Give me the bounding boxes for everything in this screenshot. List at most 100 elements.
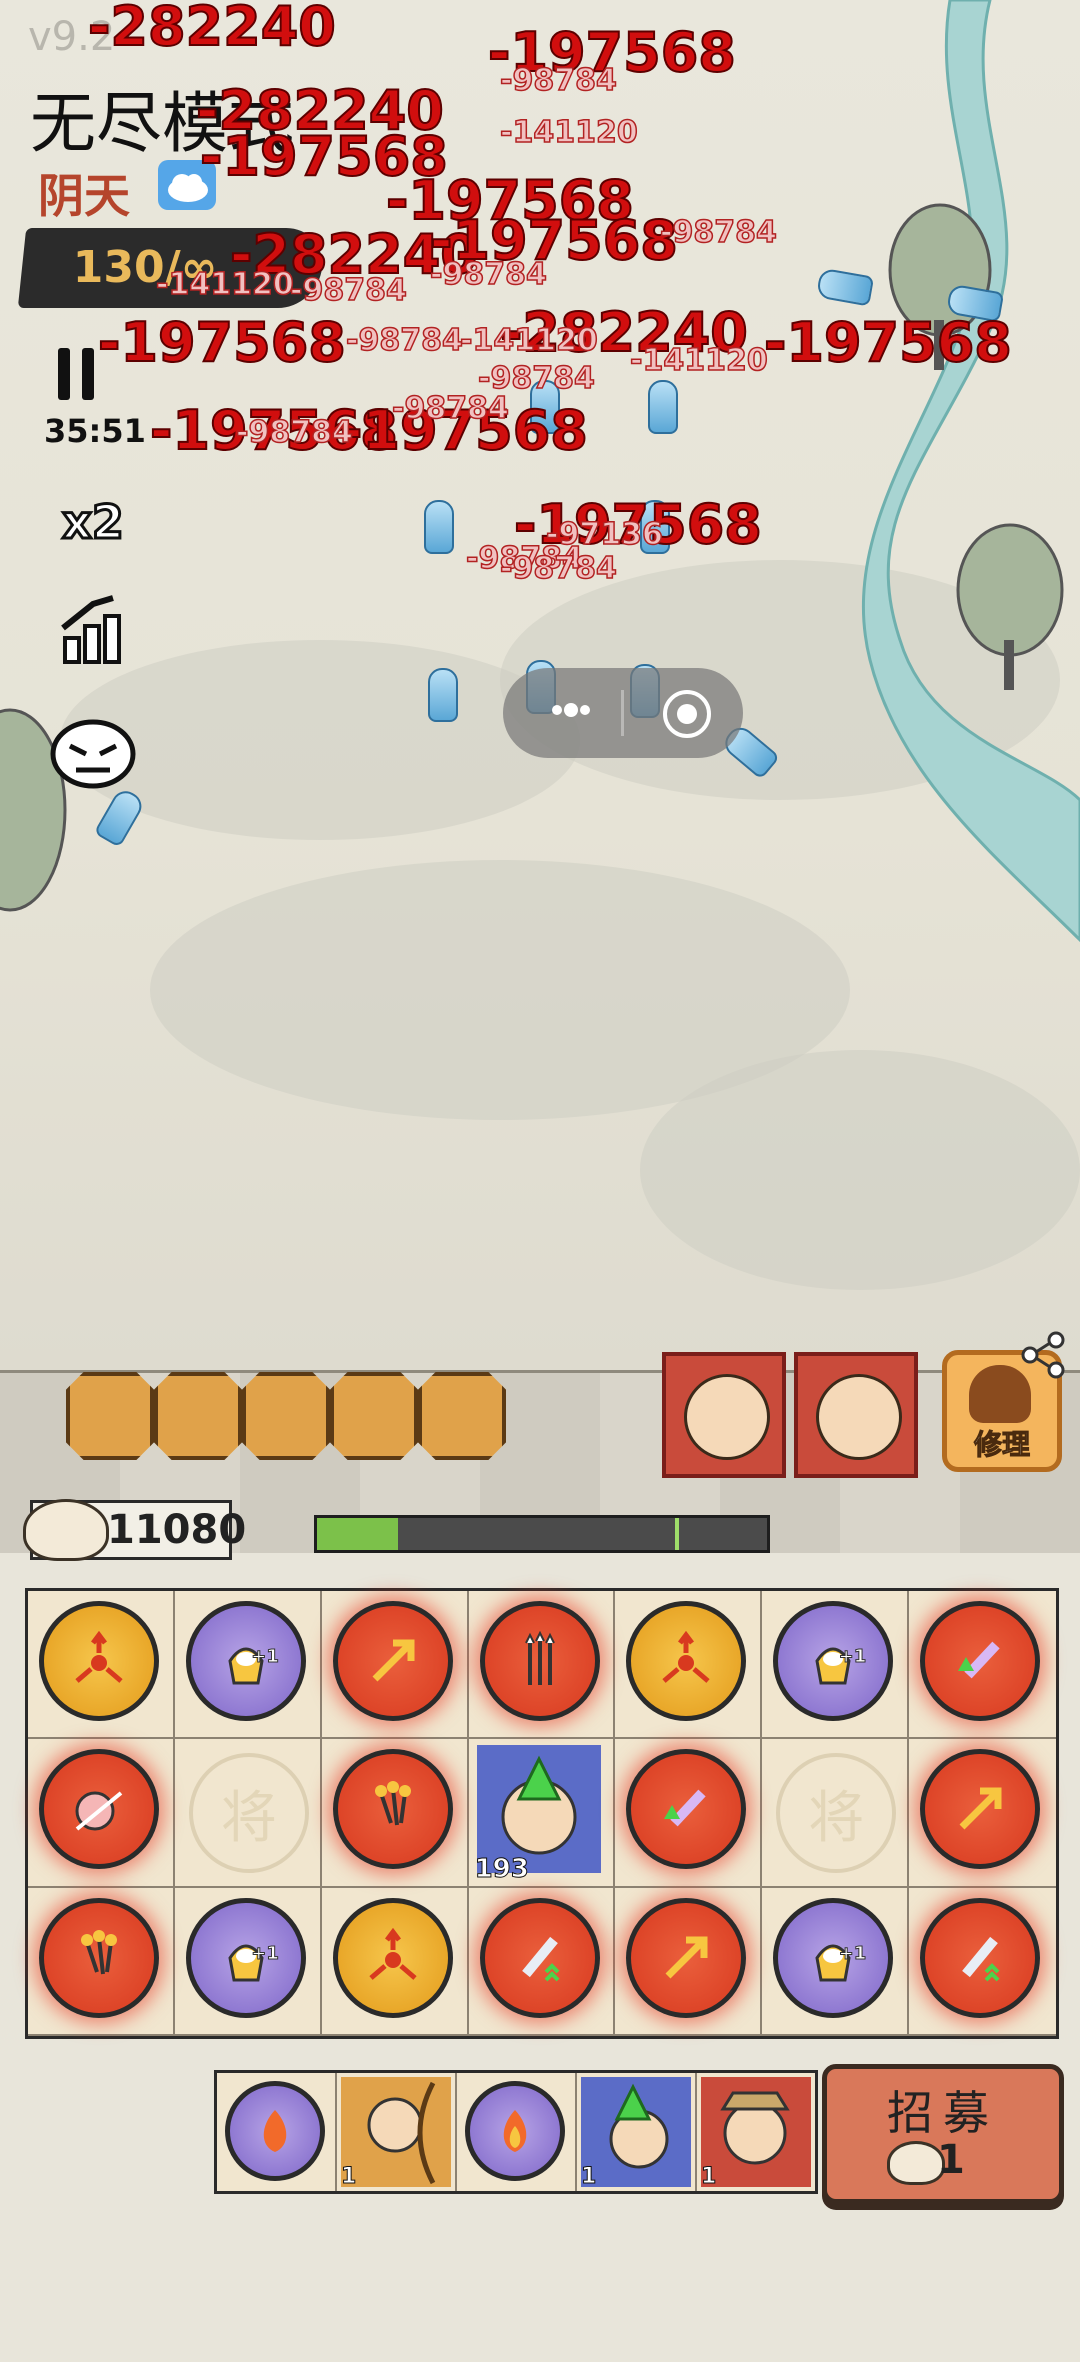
damage-number: -98784 xyxy=(391,391,509,426)
hero-bench: 1 1 1 xyxy=(214,2070,818,2194)
more-icon[interactable] xyxy=(551,700,591,720)
damage-number: -98784 xyxy=(477,361,595,396)
stats-up-icon[interactable] xyxy=(48,590,138,670)
weather-label: 阴天 xyxy=(38,169,130,223)
sword-up-icon[interactable] xyxy=(920,1601,1041,1721)
grid-cell[interactable] xyxy=(909,1739,1056,1888)
enemy-ghost xyxy=(428,668,458,722)
damage-number: -98784 xyxy=(235,415,353,450)
split-arrows-icon[interactable] xyxy=(626,1601,747,1721)
grid-cell[interactable] xyxy=(468,1591,616,1740)
bun-bag-icon[interactable]: +1 xyxy=(773,1897,894,2018)
sword-up-icon[interactable] xyxy=(626,1749,747,1870)
bench-slot[interactable] xyxy=(217,2073,337,2191)
scroll-skill-icon[interactable] xyxy=(242,1372,330,1460)
capsule-divider xyxy=(621,690,624,736)
empty-general-slot: 将 xyxy=(776,1753,897,1874)
bonus-label: +1 xyxy=(251,1942,280,1964)
damage-number: -98784 xyxy=(499,63,617,98)
arrow-icon[interactable] xyxy=(920,1749,1041,1870)
damage-number: -98784 xyxy=(659,215,777,250)
bun-bag-icon[interactable]: +1 xyxy=(185,1601,306,1721)
scholar-hero-icon[interactable] xyxy=(330,1372,418,1460)
bun-bag-icon[interactable]: +1 xyxy=(185,1897,306,2018)
grid-cell[interactable]: +1 xyxy=(762,1591,910,1740)
grid-cell[interactable]: 将 xyxy=(762,1739,910,1888)
grid-cell[interactable] xyxy=(28,1591,175,1740)
triple-arrows-icon[interactable] xyxy=(39,1897,159,2018)
bun-icon xyxy=(23,1499,109,1561)
bun-count: 11080 xyxy=(107,1507,247,1553)
bench-slot[interactable] xyxy=(457,2073,577,2191)
damage-number: -141120 xyxy=(499,115,638,150)
recruit-cost: 1 xyxy=(937,2137,965,2183)
long-hair-hero-icon[interactable] xyxy=(794,1352,918,1478)
share-icon[interactable] xyxy=(1018,1330,1068,1380)
damage-number: -98784 xyxy=(429,257,547,292)
bun-bag-icon[interactable]: +1 xyxy=(773,1601,894,1721)
grid-cell[interactable] xyxy=(909,1888,1056,2036)
grid-cell[interactable] xyxy=(615,1887,763,2036)
sword-icon[interactable] xyxy=(920,1897,1041,2018)
grid-cell[interactable] xyxy=(321,1739,469,1888)
battlefield: v9.2 无尽模式 阴天 130/∞ 35:51 x2 -282240 -197… xyxy=(0,0,1080,1370)
grid-cell[interactable]: +1 xyxy=(174,1887,322,2036)
damage-number: -141120 xyxy=(629,343,768,378)
recruit-label: 招募 xyxy=(887,2086,999,2140)
bench-slot[interactable]: 1 xyxy=(337,2073,457,2191)
mini-program-capsule[interactable] xyxy=(503,668,743,758)
close-target-icon[interactable] xyxy=(663,690,711,738)
grid-cell[interactable]: +1 xyxy=(174,1591,322,1740)
merge-grid: +1 +1 将 193 将 +1 +1 xyxy=(25,1588,1059,2039)
grid-cell[interactable] xyxy=(28,1887,175,2036)
bun-counter: 11080 xyxy=(23,1499,246,1561)
triple-arrows-icon[interactable] xyxy=(332,1749,453,1870)
grid-cell[interactable] xyxy=(28,1739,175,1888)
damage-number: -197568 xyxy=(97,311,347,374)
damage-number: -141120 xyxy=(155,267,294,302)
arrow-volley-icon[interactable] xyxy=(479,1601,600,1721)
warrior-hero-icon[interactable] xyxy=(418,1372,506,1460)
arrow-icon[interactable] xyxy=(332,1601,453,1721)
damage-number: -98784 xyxy=(289,273,407,308)
hero-kill-count: 193 xyxy=(474,1853,529,1884)
damage-number: -98784 xyxy=(345,323,463,358)
grid-cell[interactable] xyxy=(321,1591,469,1740)
farmer-hero-icon[interactable] xyxy=(662,1352,786,1478)
damage-number: -141120 xyxy=(459,323,598,358)
speed-x2-button[interactable]: x2 xyxy=(48,482,138,562)
sword-icon[interactable] xyxy=(479,1897,600,2018)
bench-slot[interactable]: 1 xyxy=(697,2073,815,2191)
damage-number: -98784 xyxy=(499,551,617,586)
weather-badge: 阴天 xyxy=(38,160,216,223)
grid-cell[interactable]: 193 xyxy=(468,1739,616,1888)
game-timer: 35:51 xyxy=(44,412,146,450)
wall-hp-marker xyxy=(675,1518,679,1550)
grid-cell[interactable] xyxy=(468,1887,616,2036)
split-arrows-icon[interactable] xyxy=(39,1601,159,1721)
arrow-icon[interactable] xyxy=(626,1897,747,2018)
arrows-skill-icon[interactable] xyxy=(66,1372,154,1460)
bonus-label: +1 xyxy=(838,1646,867,1668)
grid-cell[interactable] xyxy=(615,1739,763,1888)
grid-cell[interactable] xyxy=(615,1591,763,1740)
split-arrows-icon[interactable] xyxy=(332,1897,453,2018)
demon-face-icon[interactable] xyxy=(48,712,138,792)
bench-level: 1 xyxy=(700,2164,717,2190)
bonus-label: +1 xyxy=(251,1646,280,1668)
peach-slash-icon[interactable] xyxy=(39,1749,159,1870)
recruit-button[interactable]: 招募 1 xyxy=(822,2064,1064,2204)
enemy-ghost xyxy=(648,380,678,434)
grid-cell[interactable] xyxy=(321,1887,469,2036)
repair-label: 修理 xyxy=(973,1428,1030,1462)
tree xyxy=(956,523,1064,690)
bench-slot[interactable]: 1 xyxy=(577,2073,697,2191)
grid-cell[interactable] xyxy=(909,1591,1056,1740)
horse-hero-icon[interactable] xyxy=(154,1372,242,1460)
enemy-ghost xyxy=(424,500,454,554)
grid-cell[interactable]: +1 xyxy=(762,1887,910,2036)
wall-hp-bar xyxy=(314,1515,770,1553)
bench-level: 1 xyxy=(340,2164,357,2190)
wall-hp-fill xyxy=(317,1518,398,1550)
grid-cell[interactable]: 将 xyxy=(174,1739,322,1888)
